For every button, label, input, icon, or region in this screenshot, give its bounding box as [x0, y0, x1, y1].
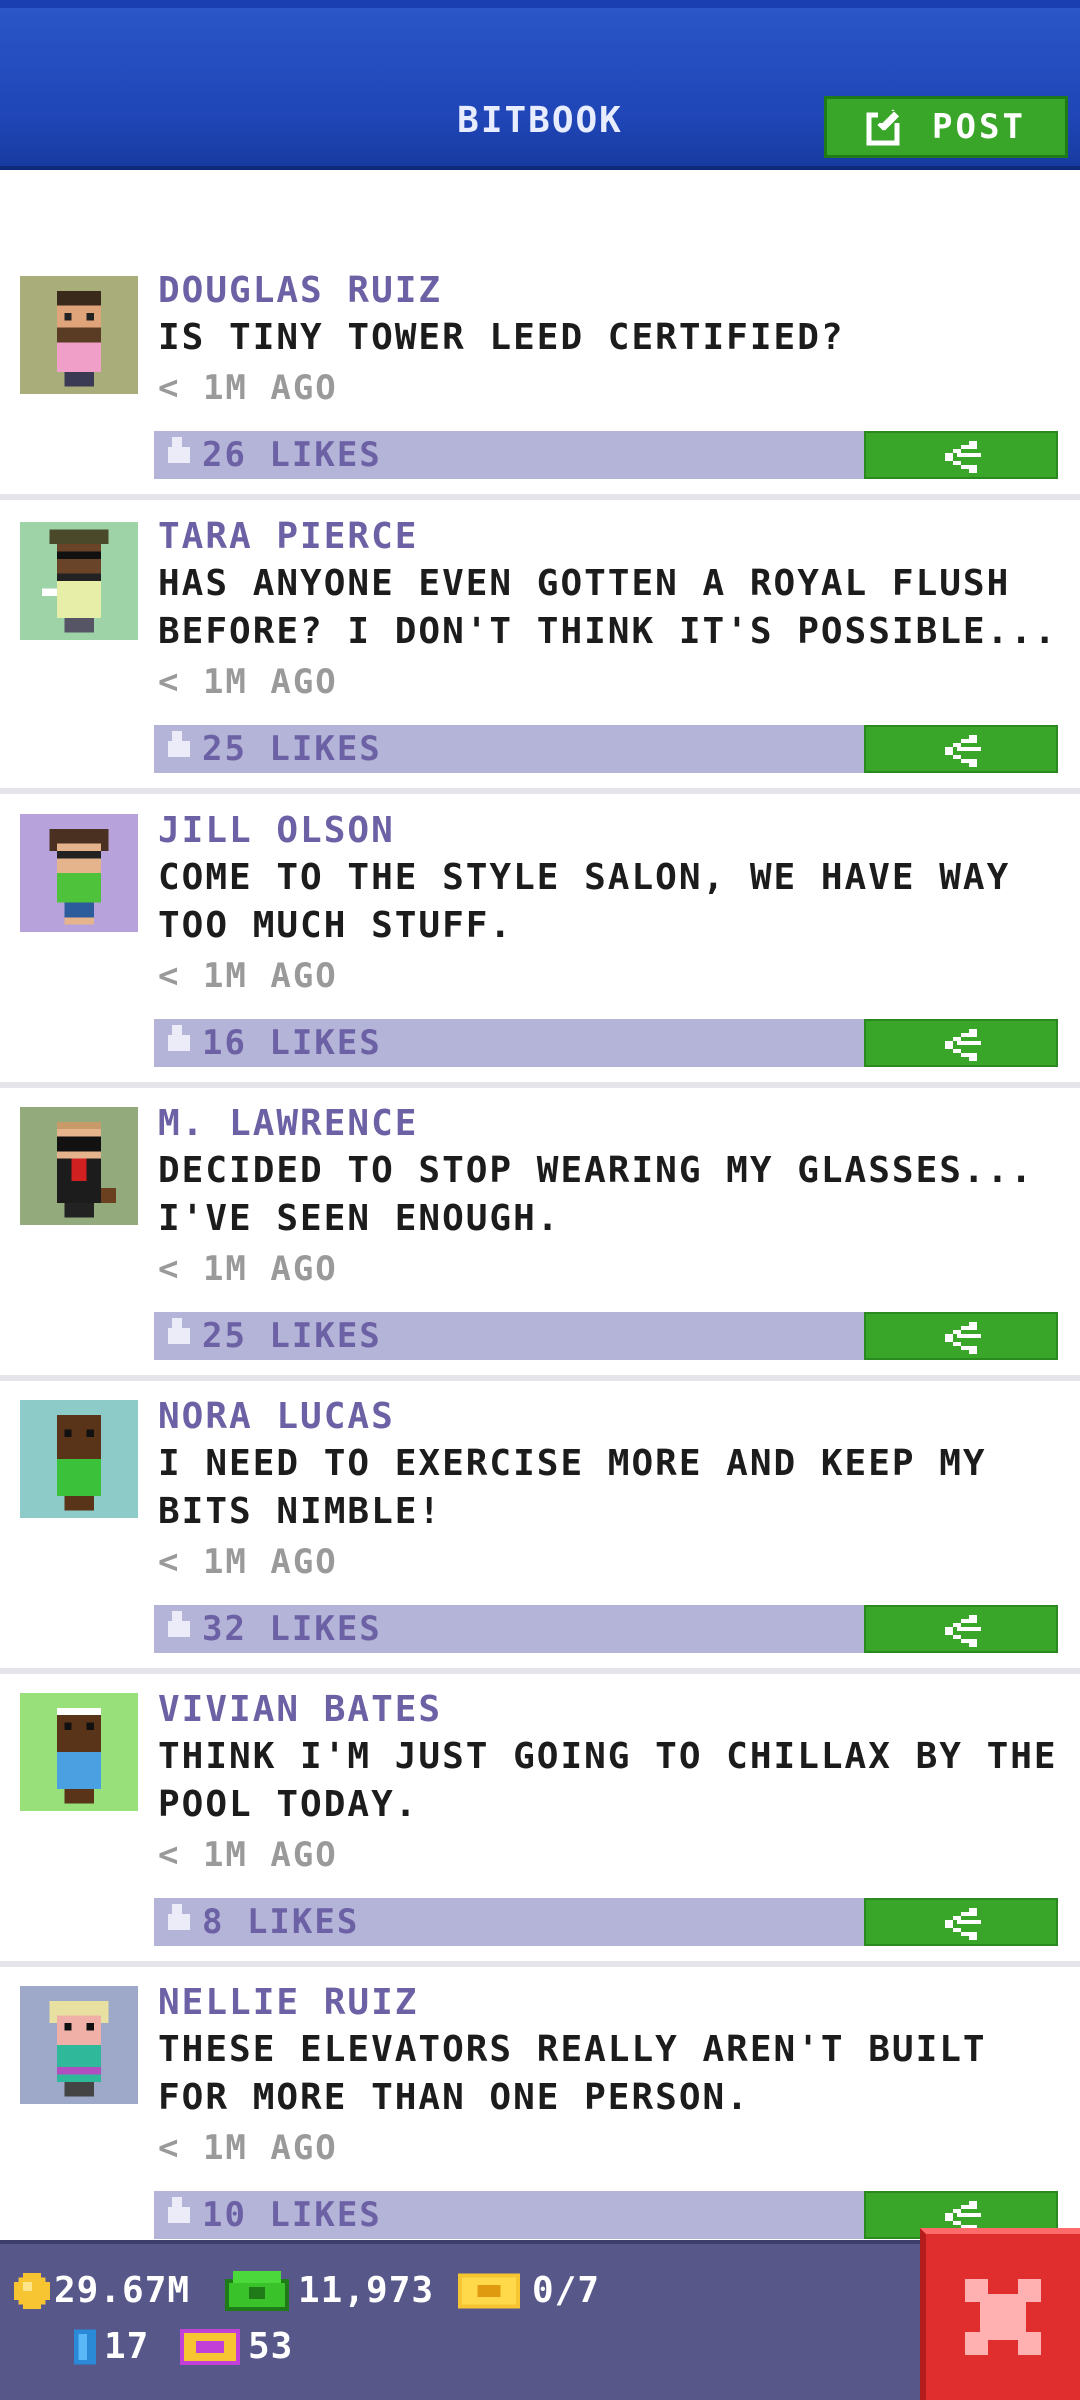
- post-time: < 1M AGO: [158, 662, 338, 702]
- author-name[interactable]: M. LAWRENCE: [158, 1103, 418, 1144]
- post-text: I NEED TO EXERCISE MORE AND KEEP MY BITS…: [158, 1443, 987, 1532]
- vip-icon: [180, 2328, 240, 2365]
- post-text: THINK I'M JUST GOING TO CHILLAX BY THE P…: [158, 1736, 1058, 1825]
- feed-post: M. LAWRENCE DECIDED TO STOP WEARING MY G…: [0, 1007, 1080, 1381]
- close-icon: [965, 2279, 1041, 2355]
- post-text: IS TINY TOWER LEED CERTIFIED?: [158, 317, 845, 358]
- tickets-value: 0/7: [532, 2270, 601, 2311]
- feed-post: NORA LUCAS I NEED TO EXERCISE MORE AND K…: [0, 1300, 1080, 1674]
- avatar[interactable]: [20, 522, 138, 640]
- bux-stat: 11,973: [224, 2270, 434, 2311]
- feed-post: TARA PIERCE HAS ANYONE EVEN GOTTEN A ROY…: [0, 420, 1080, 794]
- post-button[interactable]: POST: [824, 96, 1068, 158]
- avatar[interactable]: [20, 276, 138, 394]
- vip-value: 53: [248, 2326, 294, 2367]
- coins-stat: 29.67M: [14, 2270, 190, 2311]
- likes-count: 10 LIKES: [202, 2195, 382, 2235]
- avatar[interactable]: [20, 814, 138, 932]
- post-text: DECIDED TO STOP WEARING MY GLASSES... I'…: [158, 1150, 1034, 1239]
- edit-icon: [866, 109, 907, 146]
- avatar[interactable]: [20, 1400, 138, 1518]
- keys-value: 17: [104, 2326, 150, 2367]
- author-name[interactable]: JILL OLSON: [158, 810, 395, 851]
- coins-value: 29.67M: [54, 2270, 191, 2311]
- author-name[interactable]: VIVIAN BATES: [158, 1689, 442, 1730]
- avatar[interactable]: [20, 1986, 138, 2104]
- app-header: BITBOOK POST: [0, 0, 1080, 170]
- post-time: < 1M AGO: [158, 368, 338, 408]
- post-button-label: POST: [932, 107, 1026, 147]
- avatar[interactable]: [20, 1107, 138, 1225]
- key-icon: [74, 2328, 96, 2365]
- status-bar: 29.67M 11,973 0/7 17 53: [0, 2240, 1080, 2400]
- post-time: < 1M AGO: [158, 2128, 338, 2168]
- post-text: THESE ELEVATORS REALLY AREN'T BUILT FOR …: [158, 2029, 987, 2118]
- post-text: HAS ANYONE EVEN GOTTEN A ROYAL FLUSH BEF…: [158, 563, 1058, 652]
- tickets-stat: 0/7: [458, 2270, 600, 2311]
- avatar[interactable]: [20, 1693, 138, 1811]
- like-button[interactable]: 10 LIKES: [154, 2191, 864, 2239]
- ticket-icon: [458, 2273, 520, 2308]
- thumbs-up-icon: [168, 2197, 190, 2223]
- author-name[interactable]: DOUGLAS RUIZ: [158, 270, 442, 311]
- post-time: < 1M AGO: [158, 1835, 338, 1875]
- post-time: < 1M AGO: [158, 1542, 338, 1582]
- post-text: COME TO THE STYLE SALON, WE HAVE WAY TOO…: [158, 857, 1011, 946]
- bux-icon: [225, 2270, 289, 2311]
- coin-icon: [14, 2272, 50, 2309]
- bux-value: 11,973: [298, 2270, 435, 2311]
- feed-post: JILL OLSON COME TO THE STYLE SALON, WE H…: [0, 714, 1080, 1088]
- feed-post: VIVIAN BATES THINK I'M JUST GOING TO CHI…: [0, 1593, 1080, 1967]
- author-name[interactable]: NORA LUCAS: [158, 1396, 395, 1437]
- keys-stat: 17: [74, 2326, 149, 2367]
- author-name[interactable]: TARA PIERCE: [158, 516, 418, 557]
- post-time: < 1M AGO: [158, 1249, 338, 1289]
- close-button[interactable]: [920, 2228, 1080, 2400]
- post-time: < 1M AGO: [158, 956, 338, 996]
- vip-stat: 53: [180, 2326, 293, 2367]
- author-name[interactable]: NELLIE RUIZ: [158, 1982, 418, 2023]
- feed-post: NELLIE RUIZ THESE ELEVATORS REALLY AREN'…: [0, 1886, 1080, 2239]
- feed-post: DOUGLAS RUIZ IS TINY TOWER LEED CERTIFIE…: [0, 174, 1080, 500]
